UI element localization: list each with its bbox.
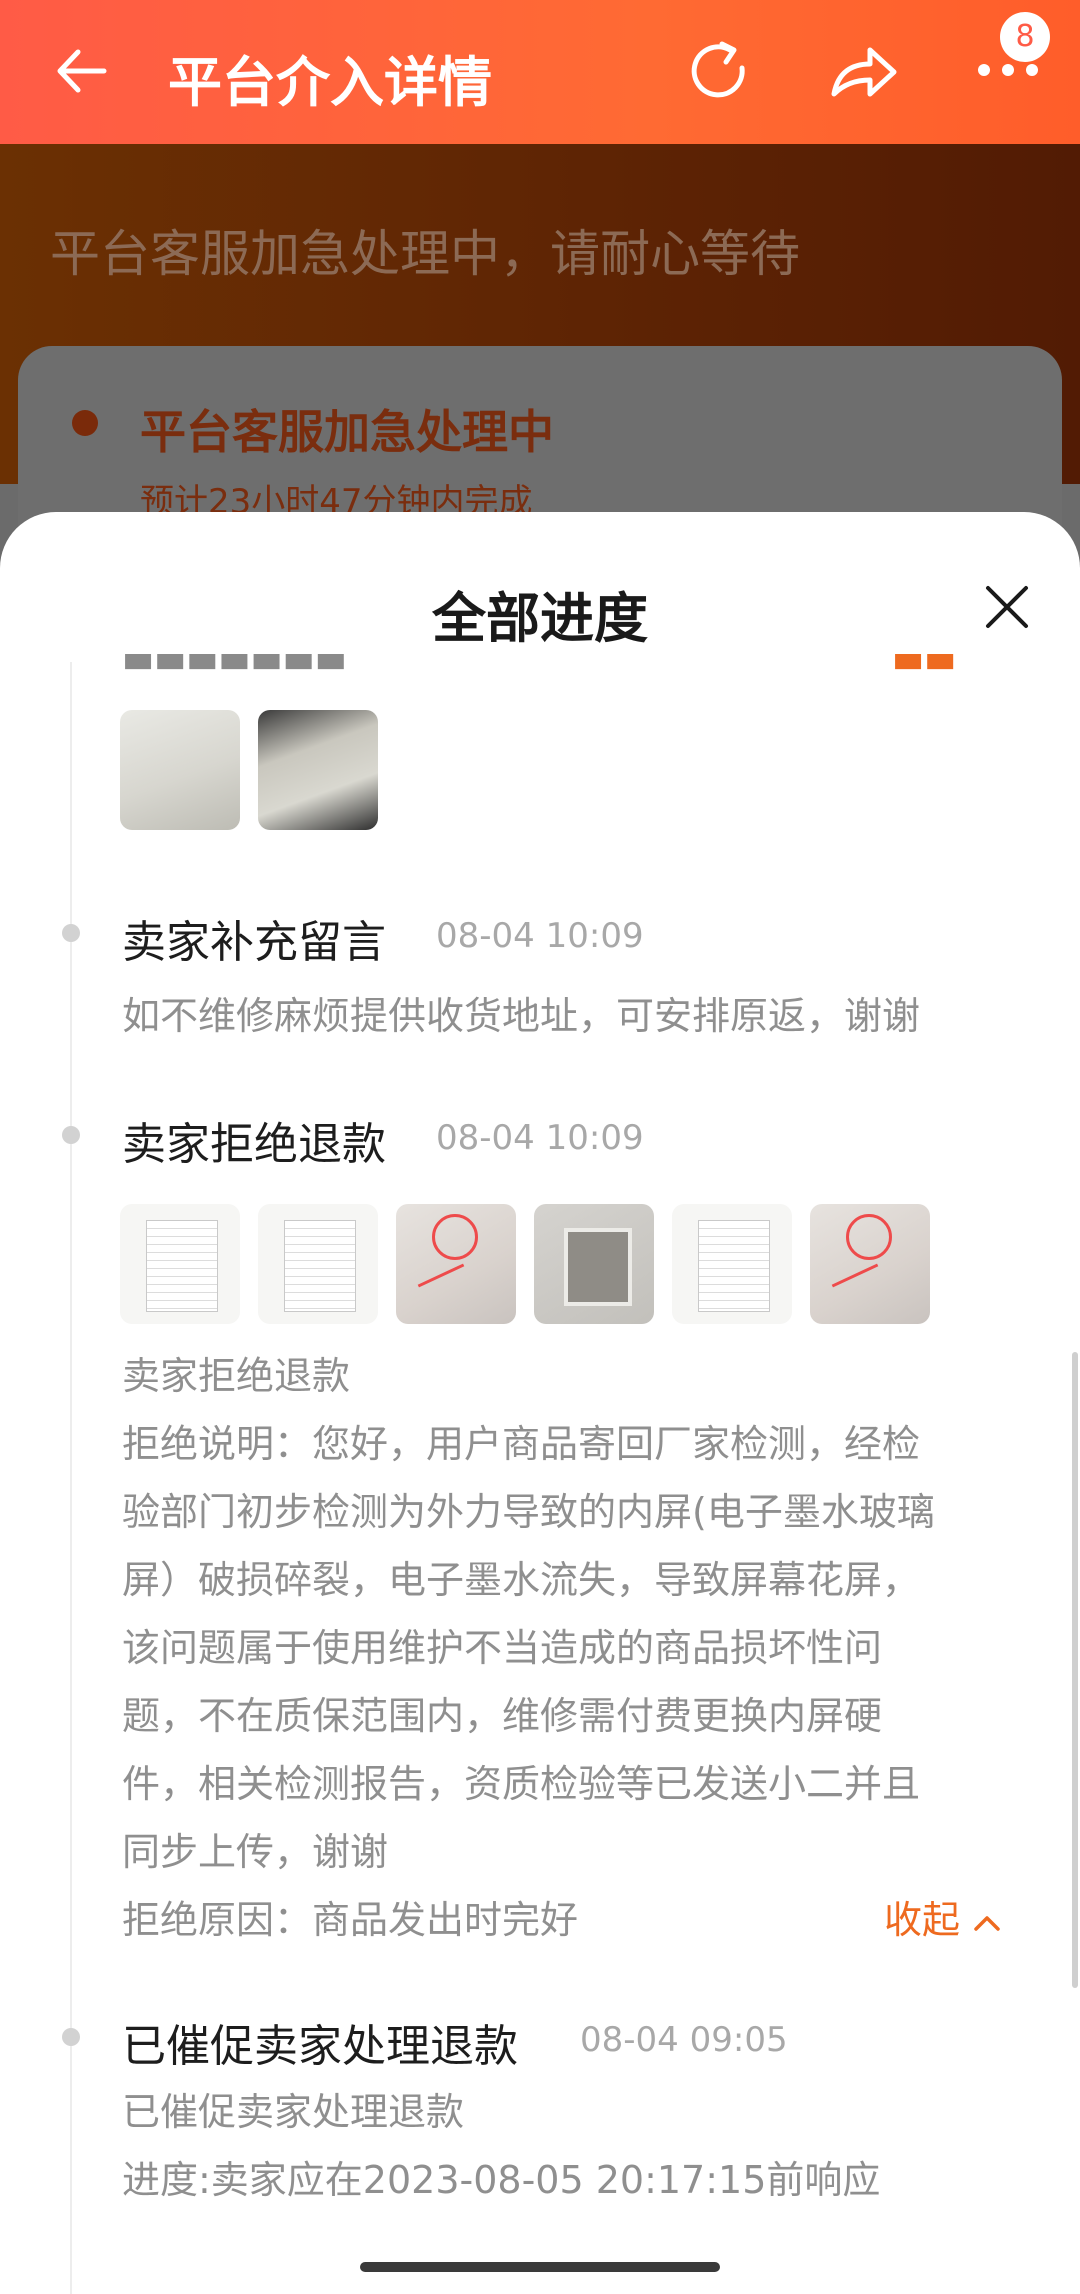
event-time: 08-04 10:09 — [436, 1118, 644, 1158]
event-text: 同步上传，谢谢 — [122, 1830, 389, 1874]
timeline-line — [70, 662, 72, 2294]
status-dot-icon — [72, 410, 98, 436]
scrollbar[interactable] — [1072, 1352, 1078, 1988]
chevron-up-icon — [974, 1915, 1000, 1931]
event-text: 题，不在质保范围内，维修需付费更换内屏硬 — [122, 1694, 883, 1738]
timeline-dot — [62, 1126, 80, 1144]
timeline-dot — [62, 924, 80, 942]
clipped-text: ■■■■■■■ — [122, 654, 347, 674]
event-title: 已催促卖家处理退款 — [122, 2021, 518, 2072]
event-text: 件，相关检测报告，资质检验等已发送小二并且 — [122, 1762, 921, 1806]
page-title: 平台介入详情 — [168, 51, 492, 114]
evidence-image[interactable] — [672, 1204, 792, 1324]
timeline-dot — [62, 2028, 80, 2046]
event-text: 已催促卖家处理退款 — [122, 2090, 465, 2134]
event-title: 卖家补充留言 — [122, 917, 386, 968]
close-icon[interactable] — [982, 582, 1032, 632]
status-card-title: 平台客服加急处理中 — [140, 405, 554, 459]
refresh-icon[interactable] — [686, 38, 754, 106]
collapse-label: 收起 — [884, 1898, 961, 1942]
more-icon[interactable] — [976, 58, 1040, 82]
event-text: 卖家拒绝退款 — [122, 1354, 351, 1398]
event-text: 如不维修麻烦提供收货地址，可安排原返，谢谢 — [122, 994, 921, 1038]
event-text: 进度:卖家应在2023-08-05 20:17:15前响应 — [122, 2158, 881, 2202]
event-time: 08-04 09:05 — [580, 2020, 788, 2060]
evidence-image[interactable] — [396, 1204, 516, 1324]
home-indicator[interactable] — [360, 2262, 720, 2272]
app-header: 平台介入详情 8 — [0, 0, 1080, 144]
collapse-button[interactable]: 收起 — [884, 1886, 1002, 1954]
event-text: 屏）破损碎裂，电子墨水流失，导致屏幕花屏， — [122, 1558, 921, 1602]
status-banner-text: 平台客服加急处理中，请耐心等待 — [50, 225, 800, 283]
evidence-image[interactable] — [810, 1204, 930, 1324]
event-time: 08-04 10:09 — [436, 916, 644, 956]
share-icon[interactable] — [826, 38, 900, 106]
event-text: 该问题属于使用维护不当造成的商品损坏性问 — [122, 1626, 883, 1670]
evidence-image[interactable] — [258, 710, 378, 830]
evidence-image[interactable] — [534, 1204, 654, 1324]
evidence-image[interactable] — [120, 710, 240, 830]
sheet-title: 全部进度 — [432, 587, 648, 650]
event-text: 拒绝原因：商品发出时完好 — [122, 1898, 579, 1942]
event-text: 验部门初步检测为外力导致的内屏(电子墨水玻璃 — [122, 1490, 935, 1534]
event-title: 卖家拒绝退款 — [122, 1119, 386, 1170]
clipped-link: ■■ — [892, 654, 957, 674]
notification-badge: 8 — [1000, 12, 1050, 62]
progress-sheet: 全部进度 ■■■■■■■ ■■ 卖家补充留言 08-04 10:09 如不维修麻… — [0, 512, 1080, 2294]
evidence-image[interactable] — [258, 1204, 378, 1324]
event-text: 拒绝说明：您好，用户商品寄回厂家检测，经检 — [122, 1422, 921, 1466]
back-arrow-icon[interactable] — [52, 42, 110, 100]
evidence-image[interactable] — [120, 1204, 240, 1324]
